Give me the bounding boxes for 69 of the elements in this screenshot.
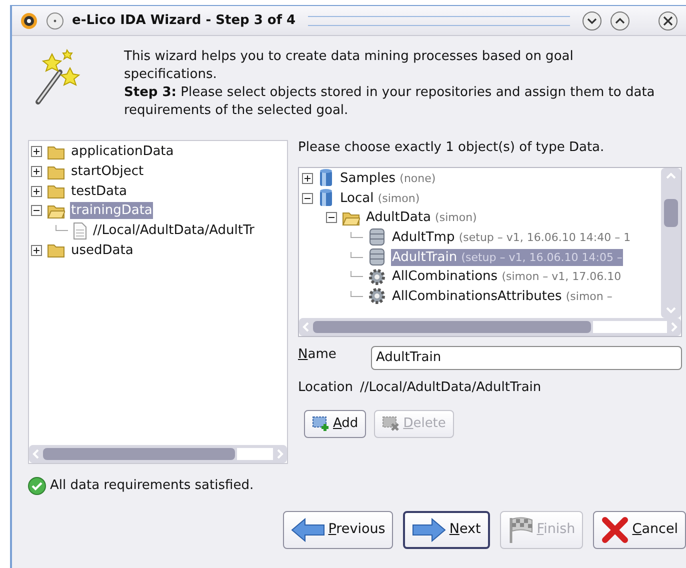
expand-icon[interactable] (302, 172, 313, 184)
tree-item[interactable]: usedData (70, 242, 134, 259)
name-label: Name (298, 346, 338, 364)
expand-icon[interactable] (31, 146, 42, 158)
name-field[interactable]: AdultTrain (371, 346, 682, 370)
scroll-left-icon[interactable] (301, 320, 311, 332)
open-folder-icon (342, 210, 360, 226)
tree-item[interactable]: testData (70, 182, 128, 200)
collapse-icon[interactable] (326, 212, 337, 224)
tree-item[interactable]: AllCombinationsAttributes (simon – (391, 288, 614, 305)
scrollbar-track[interactable] (237, 448, 273, 460)
collapse-icon[interactable] (302, 192, 313, 204)
left-arrow-icon (291, 518, 326, 542)
cylinder-icon (318, 168, 334, 188)
maximize-icon[interactable] (610, 10, 630, 30)
horizontal-scrollbar[interactable] (29, 445, 287, 463)
scrollbar-thumb[interactable] (43, 448, 235, 460)
close-icon[interactable] (658, 10, 678, 30)
cross-icon (601, 516, 630, 544)
cancel-button[interactable]: Cancel (593, 510, 686, 548)
tree-item[interactable]: AdultTmp (setup – v1, 16.06.10 14:40 – 1 (391, 228, 632, 246)
prompt-text: Please choose exactly 1 object(s) of type Data. (298, 139, 606, 157)
database-icon (368, 247, 386, 268)
folder-icon (47, 242, 65, 258)
location-value: //Local/AdultData/AdultTrain (360, 378, 542, 396)
previous-button[interactable]: Previous (283, 510, 394, 548)
menu-icon[interactable] (46, 12, 64, 30)
collapse-icon[interactable] (31, 205, 42, 216)
vertical-scrollbar[interactable] (661, 168, 681, 318)
scrollbar-track[interactable] (593, 320, 667, 332)
folder-icon (47, 144, 65, 160)
tree-item[interactable]: Samples (none) (339, 170, 437, 187)
next-button[interactable]: Next (403, 510, 490, 548)
tree-item[interactable]: startObject (70, 163, 145, 180)
open-folder-icon (47, 202, 65, 219)
tree-item[interactable]: AllCombinations (simon – v1, 17.06.10 (391, 268, 622, 286)
minimize-icon[interactable] (582, 10, 602, 30)
scrollbar-thumb[interactable] (313, 320, 591, 332)
status-message: All data requirements satisfied. (50, 477, 254, 495)
location-label: Location (298, 378, 353, 396)
intro-text: This wizard helps you to create data mining processes based on goal specifications. (124, 48, 574, 84)
right-arrow-icon (412, 518, 446, 542)
scroll-left-icon[interactable] (31, 448, 41, 460)
window-title: e-Lico IDA Wizard - Step 3 of 4 (72, 12, 296, 30)
scroll-right-icon[interactable] (275, 448, 285, 460)
check-circle-icon (28, 476, 46, 495)
checkered-flag-icon (508, 516, 534, 544)
add-button[interactable]: Add (304, 410, 366, 438)
folder-icon (47, 183, 65, 200)
scroll-right-icon[interactable] (669, 320, 679, 332)
folder-icon (47, 164, 65, 180)
database-icon (368, 227, 386, 248)
expand-icon[interactable] (31, 186, 42, 197)
gear-icon (368, 268, 386, 286)
expand-icon[interactable] (31, 166, 42, 178)
cylinder-icon (318, 188, 334, 208)
tree-item[interactable]: //Local/AdultData/AdultTr (92, 222, 256, 240)
app-icon[interactable] (20, 12, 38, 30)
add-icon (312, 416, 330, 432)
scrollbar-thumb[interactable] (664, 198, 678, 226)
expand-icon[interactable] (31, 244, 42, 256)
tree-item[interactable]: AdultData (simon) (365, 209, 478, 226)
tree-item[interactable]: Local (simon) (339, 190, 421, 207)
gear-icon (368, 287, 386, 306)
document-icon (73, 222, 87, 240)
delete-icon (382, 416, 400, 432)
step-instructions: Step 3: Please select objects stored in your repositories and assign them to data requirements of the selected goal. (124, 84, 656, 120)
horizontal-scrollbar[interactable] (299, 318, 681, 336)
tree-item[interactable]: applicationData (70, 143, 175, 160)
